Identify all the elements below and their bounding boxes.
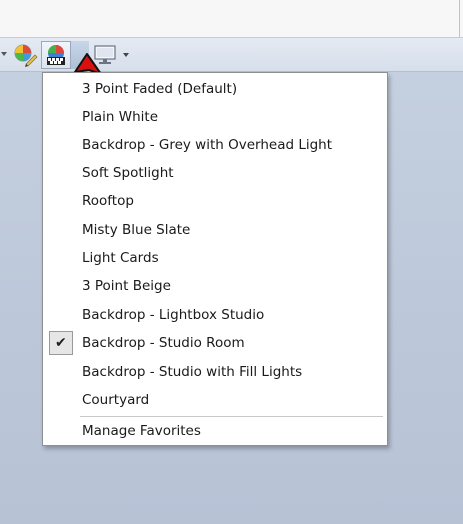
- menu-item-label: Light Cards: [82, 250, 159, 266]
- window-top-area: [0, 0, 463, 38]
- checkmark-icon: ✔: [55, 335, 67, 351]
- menu-item[interactable]: Backdrop - Studio with Fill Lights: [45, 359, 385, 385]
- menu-separator: [80, 416, 383, 417]
- menu-item-label: Misty Blue Slate: [82, 222, 191, 238]
- menu-item-label: Courtyard: [82, 392, 150, 408]
- menu-item[interactable]: Misty Blue Slate: [45, 217, 385, 243]
- manage-favorites-item[interactable]: Manage Favorites: [45, 418, 385, 444]
- menu-item-label: Backdrop - Lightbox Studio: [82, 307, 265, 323]
- material-edit-icon[interactable]: [12, 42, 38, 72]
- menu-item[interactable]: 3 Point Beige: [45, 273, 385, 299]
- menu-item-label: Plain White: [82, 109, 159, 125]
- menu-item[interactable]: Courtyard: [45, 387, 385, 413]
- display-dropdown-caret[interactable]: [123, 53, 129, 57]
- menu-item[interactable]: Rooftop: [45, 188, 385, 214]
- menu-item-label: Backdrop - Studio with Fill Lights: [82, 364, 303, 380]
- menu-item[interactable]: Plain White: [45, 104, 385, 130]
- top-divider: [459, 0, 460, 37]
- menu-item-label: 3 Point Beige: [82, 278, 171, 294]
- menu-item[interactable]: Backdrop - Lightbox Studio: [45, 302, 385, 328]
- lighting-presets-menu: 3 Point Faded (Default) Plain White Back…: [42, 72, 388, 446]
- lighting-presets-icon[interactable]: [44, 43, 68, 71]
- menu-item[interactable]: 3 Point Faded (Default): [45, 76, 385, 102]
- menu-item-label: Soft Spotlight: [82, 165, 174, 181]
- checkmark-box: ✔: [49, 331, 73, 355]
- menu-item[interactable]: Backdrop - Grey with Overhead Light: [45, 132, 385, 158]
- menu-item-label: 3 Point Faded (Default): [82, 81, 238, 97]
- menu-item-label: Backdrop - Grey with Overhead Light: [82, 137, 333, 153]
- toolbar-overflow-caret[interactable]: [1, 52, 7, 56]
- menu-item-label: Manage Favorites: [82, 423, 201, 439]
- menu-item-label: Backdrop - Studio Room: [82, 335, 245, 351]
- menu-item-selected[interactable]: ✔ Backdrop - Studio Room: [45, 330, 385, 356]
- menu-item[interactable]: Soft Spotlight: [45, 160, 385, 186]
- menu-item[interactable]: Light Cards: [45, 245, 385, 271]
- menu-item-label: Rooftop: [82, 193, 134, 209]
